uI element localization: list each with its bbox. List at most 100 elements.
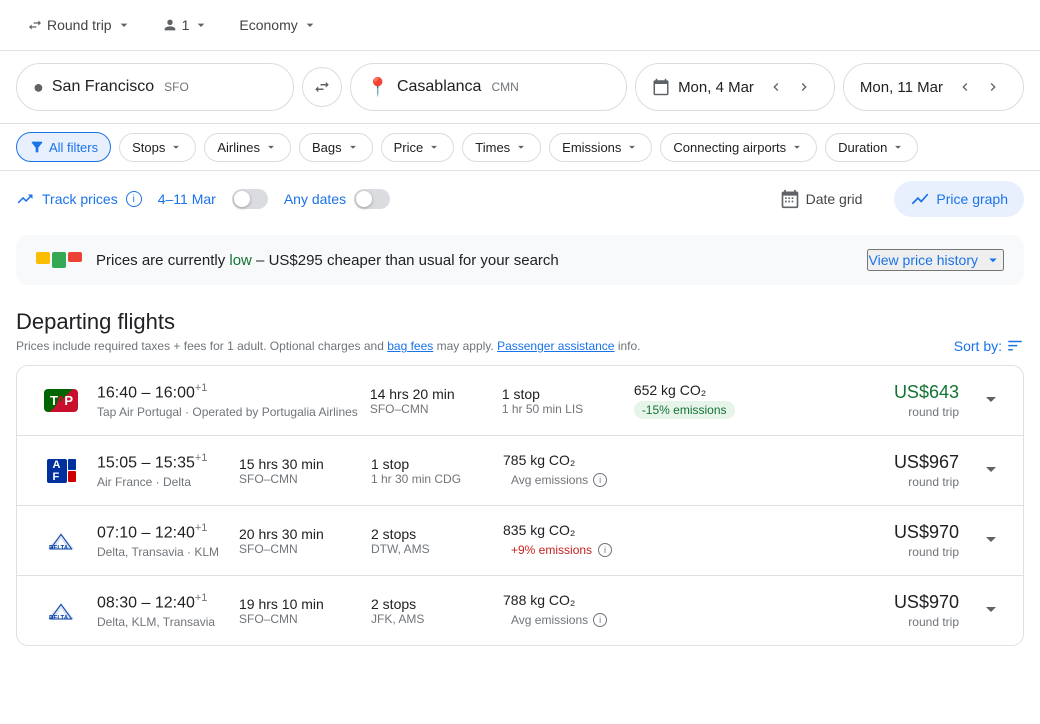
trip-type-selector[interactable]: Round trip <box>16 10 143 40</box>
price-seg-3 <box>68 252 82 262</box>
subtitle-text2: may apply. <box>433 339 497 353</box>
price-graph-label: Price graph <box>936 191 1008 207</box>
flight-list: TAP 16:40 – 16:00+1 Tap Air Portugal · O… <box>16 365 1024 646</box>
depart-next-button[interactable] <box>790 73 818 101</box>
round-trip-icon <box>27 17 43 33</box>
price-amount: US$643 <box>849 382 959 403</box>
any-dates-section: Any dates <box>284 189 390 209</box>
emission-badge: -15% emissions <box>634 401 735 419</box>
airlines-filter-button[interactable]: Airlines <box>204 133 291 162</box>
duration-filter-button[interactable]: Duration <box>825 133 918 162</box>
expand-button[interactable] <box>979 597 1003 624</box>
emission-info-icon[interactable]: i <box>598 543 612 557</box>
return-prev-button[interactable] <box>951 73 979 101</box>
price-filter-button[interactable]: Price <box>381 133 455 162</box>
emission-info-icon[interactable]: i <box>593 473 607 487</box>
flight-airline: Air France · Delta <box>97 475 227 489</box>
times-filter-button[interactable]: Times <box>462 133 541 162</box>
airline-logo: DELTA <box>37 525 85 557</box>
co2-text: 788 kg CO₂ <box>503 592 633 608</box>
date-grid-button[interactable]: Date grid <box>764 181 879 217</box>
track-prices-section[interactable]: Track prices i <box>16 190 142 208</box>
filter-icon <box>29 139 45 155</box>
passengers-label: 1 <box>182 17 190 33</box>
expand-button[interactable] <box>979 457 1003 484</box>
price-banner: Prices are currently low – US$295 cheape… <box>16 235 1024 285</box>
return-prev-icon <box>957 79 973 95</box>
track-prices-label: Track prices <box>42 191 118 207</box>
depart-prev-button[interactable] <box>762 73 790 101</box>
duration-text: 15 hrs 30 min <box>239 456 359 472</box>
stops-text: 1 stop <box>502 386 622 402</box>
expand-button[interactable] <box>979 527 1003 554</box>
destination-field[interactable]: 📍 Casablanca CMN <box>350 63 628 111</box>
view-price-history-button[interactable]: View price history <box>867 249 1004 271</box>
bags-filter-button[interactable]: Bags <box>299 133 373 162</box>
price-graph-button[interactable]: Price graph <box>894 181 1024 217</box>
cabin-selector[interactable]: Economy <box>228 10 328 40</box>
airline-logo: AF <box>37 455 85 487</box>
duration-route: SFO–CMN <box>239 612 359 626</box>
duration-route: SFO–CMN <box>370 402 490 416</box>
price-text-after: – US$295 cheaper than usual for your sea… <box>252 252 559 269</box>
any-dates-toggle[interactable] <box>354 189 390 209</box>
chevron-right-icon <box>796 79 812 95</box>
co2-text: 652 kg CO₂ <box>634 382 764 398</box>
track-prices-toggle[interactable] <box>232 189 268 209</box>
stops-chevron-icon <box>169 140 183 154</box>
flight-time: 07:10 – 12:40+1 <box>97 522 227 542</box>
passenger-assist-link[interactable]: Passenger assistance <box>497 339 614 353</box>
expand-icon <box>979 597 1003 621</box>
emission-badge: Avg emissions i <box>503 471 633 489</box>
return-date-field[interactable]: Mon, 11 Mar <box>843 63 1024 111</box>
track-info-icon[interactable]: i <box>126 191 142 207</box>
flight-times: 16:40 – 16:00+1 Tap Air Portugal · Opera… <box>97 382 358 418</box>
price-amount: US$970 <box>849 522 959 543</box>
connecting-filter-button[interactable]: Connecting airports <box>660 133 817 162</box>
stops-filter-button[interactable]: Stops <box>119 133 196 162</box>
origin-field[interactable]: ● San Francisco SFO <box>16 63 294 111</box>
expand-icon <box>979 527 1003 551</box>
price-banner-text: Prices are currently low – US$295 cheape… <box>96 252 867 269</box>
swap-icon <box>313 78 331 96</box>
emission-info-icon[interactable]: i <box>593 613 607 627</box>
flight-time: 08:30 – 12:40+1 <box>97 592 227 612</box>
duration-text: 20 hrs 30 min <box>239 526 359 542</box>
price-seg-1 <box>36 252 50 264</box>
origin-code: SFO <box>164 80 189 94</box>
flight-duration: 14 hrs 20 min SFO–CMN <box>370 386 490 416</box>
connecting-filter-label: Connecting airports <box>673 140 786 155</box>
flight-row[interactable]: TAP 16:40 – 16:00+1 Tap Air Portugal · O… <box>17 366 1023 436</box>
bag-fees-link[interactable]: bag fees <box>387 339 433 353</box>
flight-time: 16:40 – 16:00+1 <box>97 382 358 402</box>
flight-price: US$970 round trip <box>849 592 959 629</box>
flight-stops: 1 stop 1 hr 50 min LIS <box>502 386 622 416</box>
sort-button[interactable]: Sort by: <box>954 337 1024 355</box>
expand-icon <box>979 387 1003 411</box>
flight-co2: 652 kg CO₂ -15% emissions <box>634 382 764 419</box>
price-amount: US$970 <box>849 592 959 613</box>
price-text-before: Prices are currently <box>96 252 229 269</box>
depart-date-field[interactable]: Mon, 4 Mar <box>635 63 835 111</box>
stops-text: 2 stops <box>371 526 491 542</box>
all-filters-button[interactable]: All filters <box>16 132 111 162</box>
stops-filter-label: Stops <box>132 140 165 155</box>
flight-duration: 20 hrs 30 min SFO–CMN <box>239 526 359 556</box>
expand-button[interactable] <box>979 387 1003 414</box>
duration-text: 19 hrs 10 min <box>239 596 359 612</box>
chevron-left-icon <box>768 79 784 95</box>
flight-row[interactable]: DELTA 08:30 – 12:40+1 Delta, KLM, Transa… <box>17 576 1023 645</box>
swap-button[interactable] <box>302 67 342 107</box>
flight-row[interactable]: AF 15:05 – 15:35+1 Air France · Delta 15… <box>17 436 1023 506</box>
any-dates-label: Any dates <box>284 191 346 207</box>
price-low-label: low <box>229 252 252 269</box>
svg-text:DELTA: DELTA <box>49 545 69 551</box>
flight-row[interactable]: DELTA 07:10 – 12:40+1 Delta, Transavia ·… <box>17 506 1023 576</box>
bags-filter-label: Bags <box>312 140 342 155</box>
return-next-button[interactable] <box>979 73 1007 101</box>
passengers-selector[interactable]: 1 <box>151 10 221 40</box>
duration-route: SFO–CMN <box>239 542 359 556</box>
emissions-filter-button[interactable]: Emissions <box>549 133 652 162</box>
stops-text: 2 stops <box>371 596 491 612</box>
return-date: Mon, 11 Mar <box>860 79 943 96</box>
